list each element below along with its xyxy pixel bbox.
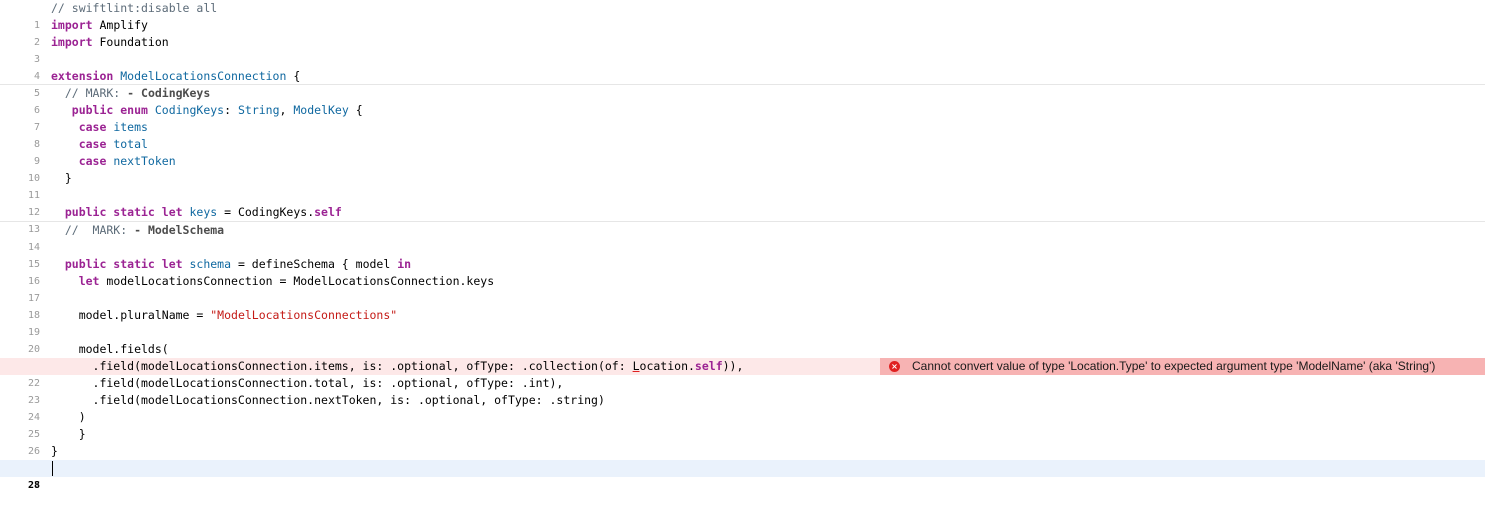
code-keyword: extension bbox=[51, 69, 114, 83]
code-keyword: self bbox=[694, 359, 723, 373]
code-line[interactable]: 10 case nextToken bbox=[0, 153, 1485, 184]
text-caret bbox=[52, 461, 53, 476]
code-line[interactable]: 6 // MARK: - CodingKeys bbox=[0, 85, 1485, 116]
code-line[interactable]: 24 .field(modelLocationsConnection.nextT… bbox=[0, 392, 1485, 423]
code-keyword: case bbox=[51, 120, 107, 134]
code-text: { bbox=[348, 103, 363, 117]
error-message: Cannot convert value of type 'Location.T… bbox=[912, 359, 1436, 373]
code-keyword: case bbox=[51, 137, 107, 151]
code-text: = CodingKeys. bbox=[217, 205, 315, 219]
code-text: ocation. bbox=[639, 359, 695, 373]
code-keyword: public static let bbox=[51, 257, 183, 271]
code-text: model.fields( bbox=[51, 342, 169, 356]
code-keyword: public static let bbox=[51, 205, 183, 219]
code-line[interactable]: 23 .field(modelLocationsConnection.total… bbox=[0, 375, 1485, 406]
code-line[interactable]: 21 model.fields( bbox=[0, 341, 1485, 372]
code-text: )), bbox=[722, 359, 744, 373]
code-text: model.pluralName = bbox=[51, 308, 211, 322]
code-line[interactable]: 13 public static let keys = CodingKeys.s… bbox=[0, 204, 1485, 235]
code-text: : bbox=[224, 103, 238, 117]
code-line[interactable]: 12 bbox=[0, 187, 1485, 218]
code-text: .field(modelLocationsConnection.total, i… bbox=[51, 376, 564, 390]
code-line[interactable]: 7 public enum CodingKeys: String, ModelK… bbox=[0, 102, 1485, 133]
code-keyword: let bbox=[51, 274, 100, 288]
code-editor[interactable]: 1 // swiftlint:disable all 2 import Ampl… bbox=[0, 0, 1488, 529]
code-text: modelLocationsConnection = ModelLocation… bbox=[99, 274, 495, 288]
line-number: 28 bbox=[27, 480, 40, 491]
mark-label: - CodingKeys bbox=[127, 86, 211, 100]
code-text: .field(modelLocationsConnection.items, i… bbox=[51, 359, 633, 373]
code-text: { bbox=[286, 69, 301, 83]
error-banner[interactable]: × Cannot convert value of type 'Location… bbox=[880, 358, 1485, 375]
code-property: nextToken bbox=[106, 154, 176, 168]
code-text: Foundation bbox=[92, 35, 169, 49]
code-line[interactable]: 15 bbox=[0, 239, 1485, 270]
code-line[interactable]: 2 import Amplify bbox=[0, 17, 1485, 48]
code-line[interactable]: 16 public static let schema = defineSche… bbox=[0, 256, 1485, 287]
code-line[interactable]: 20 bbox=[0, 324, 1485, 355]
code-line[interactable]: 18 bbox=[0, 290, 1485, 321]
code-text: } bbox=[51, 444, 58, 458]
code-line[interactable]: 26 } bbox=[0, 426, 1485, 457]
code-property: total bbox=[106, 137, 148, 151]
code-line[interactable]: 5 extension ModelLocationsConnection { bbox=[0, 68, 1485, 99]
code-line[interactable]: 14 // MARK: - ModelSchema bbox=[0, 222, 1485, 253]
code-comment: // MARK: bbox=[51, 86, 128, 100]
code-keyword: public enum bbox=[51, 103, 148, 117]
code-text: .field(modelLocationsConnection.nextToke… bbox=[51, 393, 605, 407]
code-line[interactable]: 27 } bbox=[0, 443, 1485, 491]
code-property: keys bbox=[182, 205, 218, 219]
code-type: CodingKeys bbox=[147, 103, 225, 117]
code-line[interactable]: 17 let modelLocationsConnection = ModelL… bbox=[0, 273, 1485, 304]
code-keyword: in bbox=[397, 257, 412, 271]
code-text: ) bbox=[51, 410, 86, 424]
code-text: } bbox=[51, 171, 72, 185]
code-text: Amplify bbox=[92, 18, 148, 32]
code-text: // swiftlint:disable all bbox=[51, 1, 218, 15]
code-property: schema bbox=[182, 257, 232, 271]
error-icon[interactable]: × bbox=[889, 361, 900, 372]
code-line[interactable]: 4 bbox=[0, 51, 1485, 82]
code-line[interactable]: 9 case total bbox=[0, 136, 1485, 167]
code-text: } bbox=[51, 427, 86, 441]
code-type: ModelLocationsConnection bbox=[113, 69, 287, 83]
code-property: items bbox=[106, 120, 148, 134]
code-keyword: self bbox=[314, 205, 342, 219]
code-line-current[interactable]: 28 bbox=[0, 460, 1485, 491]
code-line[interactable]: 19 model.pluralName = "ModelLocationsCon… bbox=[0, 307, 1485, 338]
code-line[interactable]: 1 // swiftlint:disable all bbox=[0, 0, 1485, 31]
code-text: , bbox=[279, 103, 294, 117]
code-keyword: case bbox=[51, 154, 107, 168]
code-line[interactable]: 3 import Foundation bbox=[0, 34, 1485, 65]
code-line[interactable]: 11 } bbox=[0, 170, 1485, 201]
code-line[interactable]: 8 case items bbox=[0, 119, 1485, 150]
code-string: "ModelLocationsConnections" bbox=[210, 308, 398, 322]
code-line-error[interactable]: 22 .field(modelLocationsConnection.items… bbox=[0, 358, 1485, 389]
code-line[interactable]: 25 ) bbox=[0, 409, 1485, 440]
code-keyword: import bbox=[51, 35, 93, 49]
code-keyword: import bbox=[51, 18, 93, 32]
mark-label: - ModelSchema bbox=[134, 223, 225, 237]
error-squiggle[interactable]: L bbox=[633, 359, 640, 373]
code-text: = defineSchema { model bbox=[231, 257, 398, 271]
code-comment: // MARK: bbox=[51, 223, 135, 237]
code-type: ModelKey bbox=[293, 103, 349, 117]
code-type: String bbox=[237, 103, 280, 117]
